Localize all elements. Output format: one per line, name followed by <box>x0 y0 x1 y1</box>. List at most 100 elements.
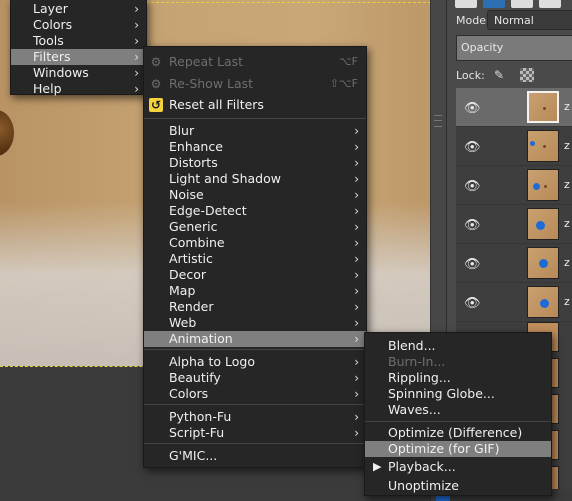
menu-item-reset-all-filters[interactable]: ↺ Reset all Filters <box>144 97 366 113</box>
eye-icon[interactable]: 👁 <box>464 140 481 155</box>
eye-icon[interactable]: 👁 <box>464 296 481 311</box>
dock-tab-4[interactable] <box>539 0 561 8</box>
menu-item-blur[interactable]: Blur › <box>144 123 366 139</box>
menu-item-colors[interactable]: Colors › <box>144 386 366 402</box>
layer-name: z <box>564 100 570 113</box>
menu-item-playback[interactable]: ▶ Playback... <box>365 459 551 475</box>
chevron-right-icon: › <box>354 188 359 202</box>
layer-row[interactable]: 👁 z <box>456 166 572 205</box>
lock-label: Lock: <box>456 69 485 82</box>
layer-name: z <box>564 295 570 308</box>
layer-row[interactable]: 👁 z <box>456 88 572 127</box>
layer-row[interactable]: 👁 z <box>456 244 572 283</box>
dock-tab-2[interactable] <box>483 0 505 8</box>
menu-item-decor[interactable]: Decor › <box>144 267 366 283</box>
chevron-right-icon: › <box>134 82 139 96</box>
menu-item-edge-detect[interactable]: Edge-Detect › <box>144 203 366 219</box>
menu-item-render[interactable]: Render › <box>144 299 366 315</box>
menu-item-reshow-last[interactable]: ⚙ Re-Show Last ⇧⌥F <box>144 76 366 92</box>
menu-item-filters[interactable]: Filters › <box>11 49 146 65</box>
play-icon: ▶ <box>373 460 382 473</box>
menu-item-script-fu[interactable]: Script-Fu › <box>144 425 366 441</box>
menu-item-waves[interactable]: Waves... <box>365 402 551 418</box>
menu-item-generic[interactable]: Generic › <box>144 219 366 235</box>
menu-item-distorts[interactable]: Distorts › <box>144 155 366 171</box>
menu-item-optimize-difference[interactable]: Optimize (Difference) <box>365 425 551 441</box>
menu-item-map[interactable]: Map › <box>144 283 366 299</box>
chevron-right-icon: › <box>134 34 139 48</box>
eye-icon[interactable]: 👁 <box>464 218 481 233</box>
chevron-right-icon: › <box>354 172 359 186</box>
mode-label: Mode: <box>456 14 490 27</box>
menu-item-windows[interactable]: Windows › <box>11 65 146 81</box>
menu-item-repeat-last[interactable]: ⚙ Repeat Last ⌥F <box>144 54 366 70</box>
filters-menu: ⚙ Repeat Last ⌥F ⚙ Re-Show Last ⇧⌥F ↺ Re… <box>143 46 367 468</box>
lock-pixels-brush-icon[interactable]: ✎ <box>494 68 508 82</box>
layer-name: z <box>564 139 570 152</box>
mode-select[interactable]: Normal <box>487 10 572 30</box>
layer-name: z <box>564 217 570 230</box>
chevron-right-icon: › <box>354 268 359 282</box>
scrollbar-grip-icon[interactable] <box>434 115 442 127</box>
chevron-right-icon: › <box>354 316 359 330</box>
menu-item-spinning-globe[interactable]: Spinning Globe... <box>365 386 551 402</box>
eye-icon[interactable]: 👁 <box>464 101 481 116</box>
menu-item-help[interactable]: Help › <box>11 81 146 97</box>
dock-tab-1[interactable] <box>455 0 477 8</box>
chevron-right-icon: › <box>134 66 139 80</box>
menu-item-enhance[interactable]: Enhance › <box>144 139 366 155</box>
layer-name: z <box>564 178 570 191</box>
eye-icon[interactable]: 👁 <box>464 179 481 194</box>
dock-tab-3[interactable] <box>511 0 533 8</box>
menu-item-beautify[interactable]: Beautify › <box>144 370 366 386</box>
eye-icon[interactable]: 👁 <box>464 257 481 272</box>
menu-item-colors[interactable]: Colors › <box>11 17 146 33</box>
menu-item-gmic[interactable]: G'MIC... <box>144 448 366 464</box>
chevron-right-icon: › <box>354 220 359 234</box>
menu-item-unoptimize[interactable]: Unoptimize <box>365 478 551 494</box>
repeat-icon: ⚙ <box>150 55 162 69</box>
layer-row[interactable]: 👁 z <box>456 205 572 244</box>
menu-separator <box>144 443 366 444</box>
layer-row[interactable]: 👁 z <box>456 127 572 166</box>
menu-item-burn-in[interactable]: Burn-In... <box>365 354 551 370</box>
menu-item-artistic[interactable]: Artistic › <box>144 251 366 267</box>
animation-menu: Blend... Burn-In... Rippling... Spinning… <box>364 332 552 496</box>
menu-item-alpha-to-logo[interactable]: Alpha to Logo › <box>144 354 366 370</box>
menu-item-animation[interactable]: Animation › <box>144 331 366 347</box>
menu-separator <box>144 349 366 350</box>
menu-item-web[interactable]: Web › <box>144 315 366 331</box>
chevron-right-icon: › <box>354 426 359 440</box>
menu-separator <box>144 404 366 405</box>
chevron-right-icon: › <box>134 18 139 32</box>
menu-item-python-fu[interactable]: Python-Fu › <box>144 409 366 425</box>
layer-thumbnail <box>527 91 559 123</box>
chevron-right-icon: › <box>354 355 359 369</box>
menu-separator <box>365 421 551 422</box>
chevron-right-icon: › <box>354 387 359 401</box>
chevron-right-icon: › <box>354 204 359 218</box>
lock-alpha-checker-icon[interactable] <box>520 68 534 82</box>
reshow-icon: ⚙ <box>150 77 162 91</box>
chevron-right-icon: › <box>354 284 359 298</box>
layer-thumbnail <box>527 286 559 318</box>
selection-border-top <box>146 2 446 3</box>
menu-item-optimize-gif[interactable]: Optimize (for GIF) <box>365 441 551 457</box>
chevron-right-icon: › <box>354 236 359 250</box>
chevron-right-icon: › <box>354 371 359 385</box>
menu-item-blend[interactable]: Blend... <box>365 338 551 354</box>
chevron-right-icon: › <box>134 2 139 16</box>
menu-item-tools[interactable]: Tools › <box>11 33 146 49</box>
menu-item-noise[interactable]: Noise › <box>144 187 366 203</box>
layer-name: z <box>564 256 570 269</box>
menu-item-combine[interactable]: Combine › <box>144 235 366 251</box>
layer-row[interactable]: 👁 z <box>456 283 572 322</box>
menu-item-light-and-shadow[interactable]: Light and Shadow › <box>144 171 366 187</box>
chevron-right-icon: › <box>354 332 359 346</box>
menu-item-rippling[interactable]: Rippling... <box>365 370 551 386</box>
menu-item-layer[interactable]: Layer › <box>11 1 146 17</box>
dock-tabs <box>455 0 561 10</box>
opacity-slider[interactable]: Opacity <box>456 35 572 61</box>
layer-thumbnail <box>527 247 559 279</box>
chevron-right-icon: › <box>354 156 359 170</box>
